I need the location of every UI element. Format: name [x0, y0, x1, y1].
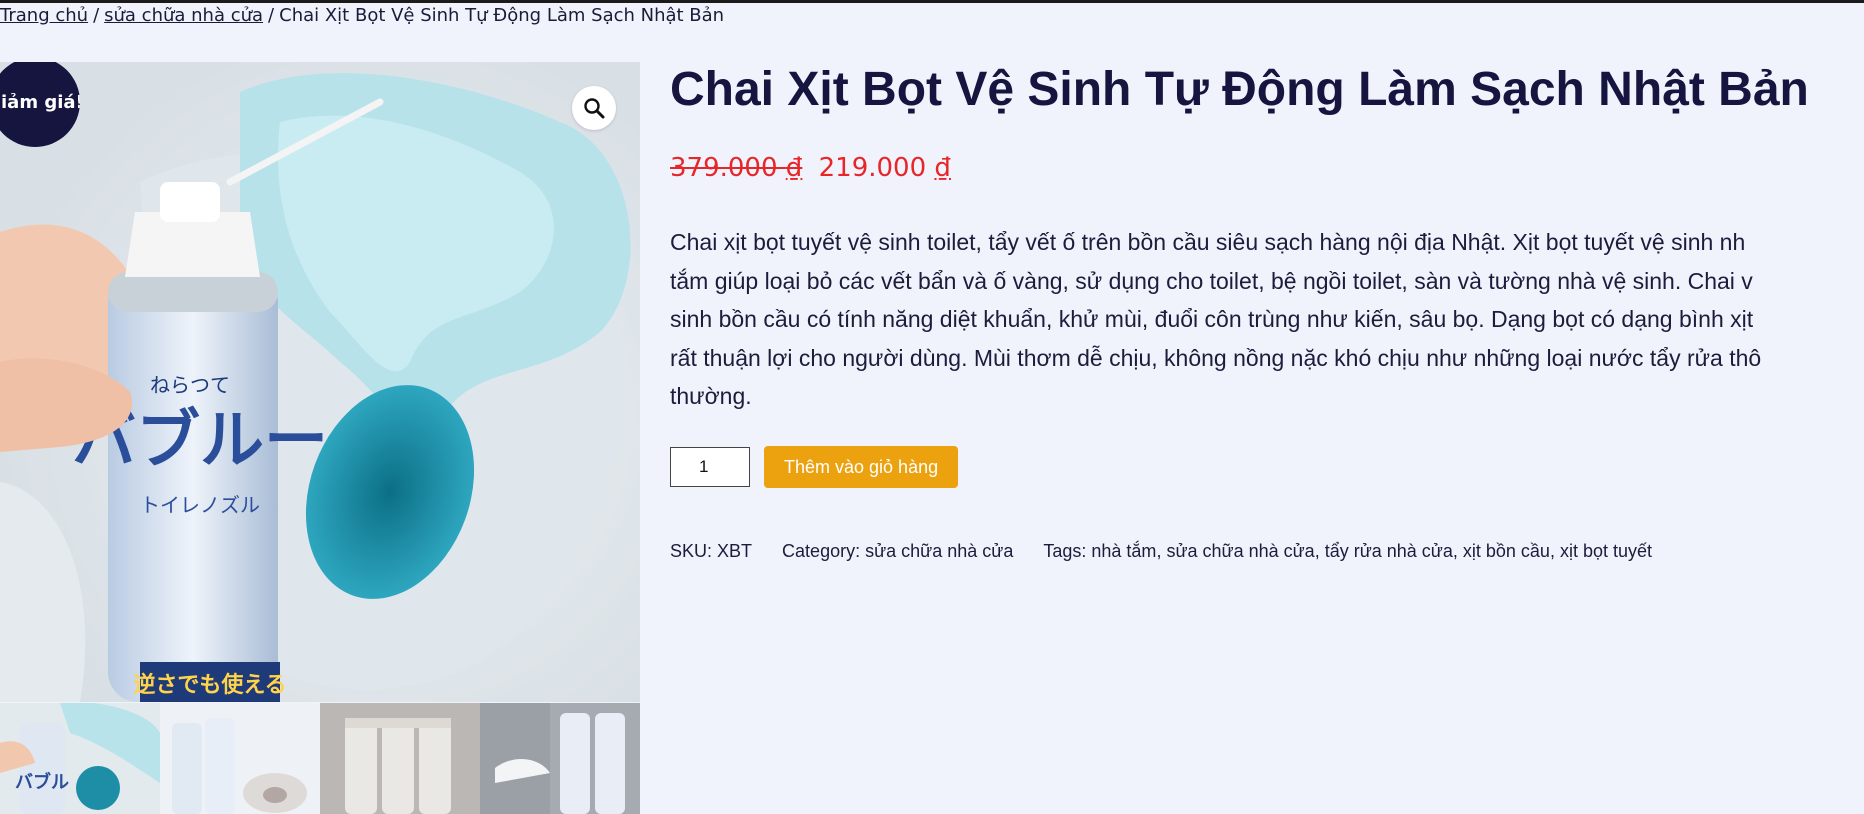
- tag-link[interactable]: nhà tắm: [1091, 541, 1156, 561]
- breadcrumb-category-link[interactable]: sửa chữa nhà cửa: [104, 5, 263, 26]
- category-link[interactable]: sửa chữa nhà cửa: [865, 541, 1013, 561]
- regular-price: 379.000 ₫: [670, 153, 802, 183]
- svg-text:バブル: バブル: [15, 771, 69, 793]
- tags-label: Tags:: [1043, 541, 1087, 561]
- tag-link[interactable]: xịt bọt tuyết: [1560, 541, 1652, 561]
- sale-price-amount: 219.000: [818, 153, 927, 183]
- quantity-input[interactable]: [670, 447, 750, 487]
- product-gallery: ねらつて バブルー トイレノズル 逆さでも使える Giảm giá!: [0, 62, 640, 702]
- description-line: thường.: [670, 383, 752, 409]
- description-line: Chai xịt bọt tuyết vệ sinh toilet, tẩy v…: [670, 229, 1746, 255]
- category-label: Category:: [782, 541, 861, 561]
- top-border: [0, 0, 1864, 3]
- sku-label: SKU:: [670, 541, 713, 561]
- product-main-image[interactable]: ねらつて バブルー トイレノズル 逆さでも使える: [0, 62, 640, 702]
- description-line: rất thuận lợi cho người dùng. Mùi thơm d…: [670, 344, 1762, 371]
- add-to-cart-form: Thêm vào giỏ hàng: [670, 446, 959, 488]
- breadcrumb: Trang chủ / sửa chữa nhà cửa / Chai Xịt Bọt …: [0, 5, 724, 27]
- sku-wrapper: SKU: XBT: [670, 539, 752, 563]
- regular-price-amount: 379.000: [670, 153, 778, 183]
- svg-text:トイレノズル: トイレノズル: [140, 493, 260, 517]
- tags-wrapper: Tags: nhà tắm, sửa chữa nhà cửa, tẩy rửa…: [1043, 541, 1653, 561]
- breadcrumb-separator: /: [93, 5, 100, 26]
- sku-value: XBT: [717, 541, 753, 561]
- thumbnail-2[interactable]: [160, 703, 320, 814]
- sale-price: 219.000 ₫: [819, 153, 951, 183]
- breadcrumb-current: Chai Xịt Bọt Vệ Sinh Tự Động Làm Sạch Nh…: [279, 5, 725, 26]
- currency-symbol: ₫: [785, 153, 803, 183]
- zoom-button[interactable]: [572, 86, 616, 130]
- product-title: Chai Xịt Bọt Vệ Sinh Tự Động Làm Sạch Nh…: [670, 63, 1809, 116]
- svg-text:逆さでも使える: 逆さでも使える: [133, 672, 286, 698]
- breadcrumb-separator: /: [268, 5, 275, 26]
- add-to-cart-button[interactable]: Thêm vào giỏ hàng: [764, 446, 959, 488]
- thumbnail-strip: バブル: [0, 703, 640, 814]
- product-meta: SKU: XBT Category: sửa chữa nhà cửa Tags…: [670, 539, 1682, 563]
- product-description: Chai xịt bọt tuyết vệ sinh toilet, tẩy v…: [670, 223, 1864, 416]
- thumbnail-1[interactable]: バブル: [0, 703, 160, 814]
- tag-link[interactable]: sửa chữa nhà cửa: [1166, 541, 1314, 561]
- thumbnail-3[interactable]: [320, 703, 480, 814]
- description-line: sinh bồn cầu có tính năng diệt khuẩn, kh…: [670, 306, 1754, 332]
- tag-link[interactable]: tẩy rửa nhà cửa: [1325, 541, 1453, 561]
- tag-link[interactable]: xịt bồn cầu: [1463, 541, 1550, 561]
- category-wrapper: Category: sửa chữa nhà cửa: [782, 539, 1013, 563]
- breadcrumb-home-link[interactable]: Trang chủ: [0, 5, 88, 26]
- svg-text:ねらつて: ねらつて: [150, 373, 230, 397]
- price: 379.000 ₫ 219.000 ₫: [670, 152, 951, 184]
- thumbnail-4[interactable]: [480, 703, 640, 814]
- description-line: tắm giúp loại bỏ các vết bẩn và ố vàng, …: [670, 267, 1753, 294]
- currency-symbol: ₫: [934, 153, 951, 183]
- product-summary: Chai Xịt Bọt Vệ Sinh Tự Động Làm Sạch Nh…: [670, 62, 1864, 561]
- magnifier-icon: [584, 98, 605, 119]
